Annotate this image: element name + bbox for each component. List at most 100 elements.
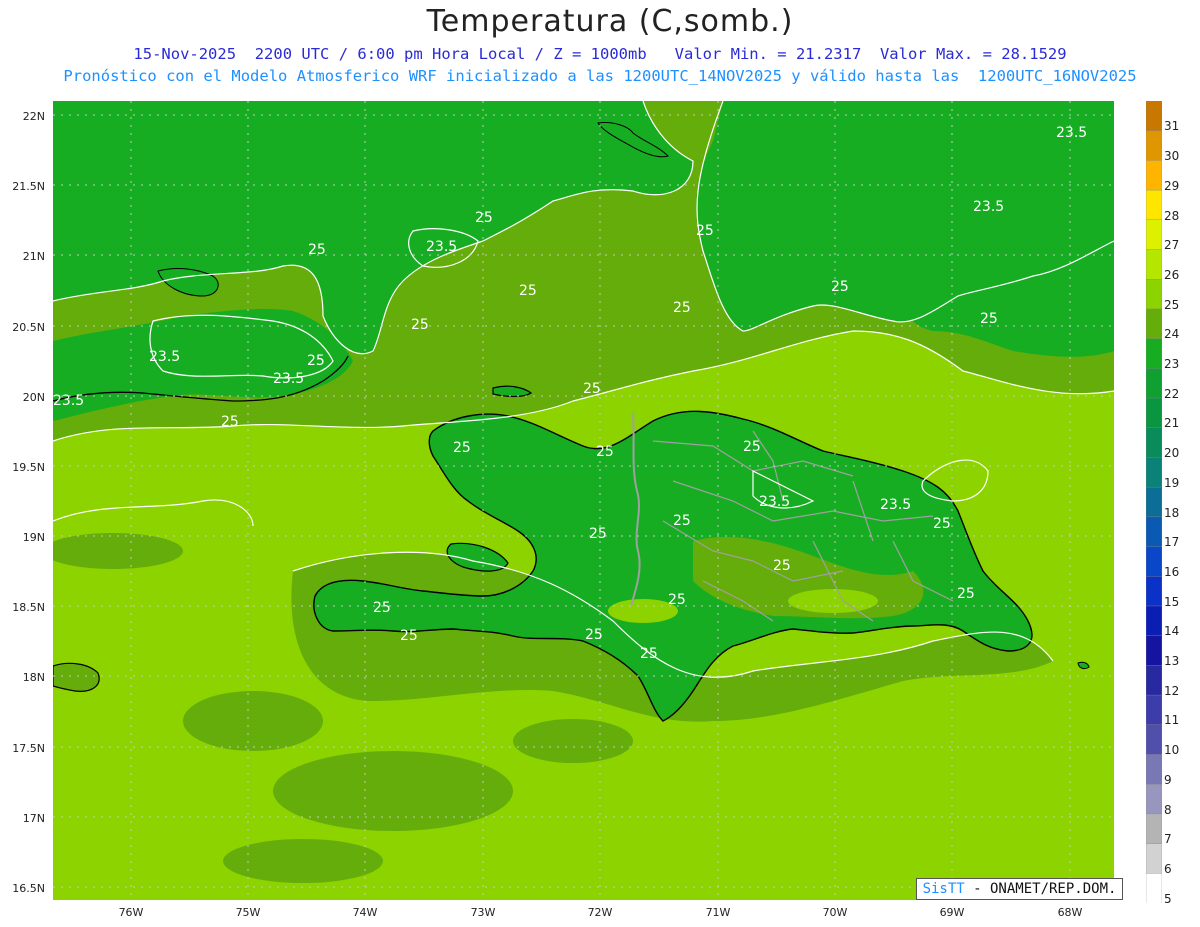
colorbar-label: 26 [1164, 267, 1180, 282]
colorbar-swatch [1146, 308, 1162, 340]
sea-patch [273, 751, 513, 831]
lat-label: 18.5N [12, 601, 45, 614]
contour-label: 25 [831, 279, 849, 295]
colorbar-label: 16 [1164, 564, 1180, 579]
contour-label: 25 [596, 444, 614, 460]
colorbar-label: 24 [1164, 327, 1180, 342]
contour-label: 25 [673, 300, 691, 316]
colorbar-label: 27 [1164, 238, 1180, 253]
lon-label: 76W [118, 906, 144, 919]
contour-label: 25 [957, 586, 975, 602]
colorbar-label: 29 [1164, 178, 1180, 193]
colorbar-swatch [1146, 576, 1162, 607]
colorbar-swatch [1146, 101, 1162, 132]
lat-label: 17.5N [12, 742, 45, 755]
colorbar-swatch [1146, 368, 1162, 399]
colorbar-swatch [1146, 516, 1162, 548]
colorbar-swatch [1146, 546, 1162, 577]
colorbar-swatch [1146, 486, 1162, 518]
colorbar-swatch [1146, 783, 1162, 815]
colorbar-swatch [1146, 754, 1162, 785]
colorbar-swatch [1146, 873, 1162, 903]
colorbar-label: 20 [1164, 446, 1180, 461]
lat-label: 21.5N [12, 180, 45, 193]
colorbar-label: 8 [1164, 802, 1172, 817]
lat-label: 19N [22, 531, 45, 544]
colorbar-swatch [1146, 694, 1162, 726]
colorbar-label: 21 [1164, 416, 1180, 431]
colorbar-label: 12 [1164, 683, 1180, 698]
contour-label: 25 [453, 440, 471, 456]
lon-label: 69W [939, 906, 965, 919]
contour-label: 25 [589, 526, 607, 542]
sea-patch [513, 719, 633, 763]
colorbar-swatch [1146, 338, 1162, 370]
colorbar-label: 5 [1164, 891, 1172, 906]
colorbar-label: 9 [1164, 772, 1172, 787]
colorbar-label: 13 [1164, 654, 1180, 669]
sea-patch [223, 839, 383, 883]
contour-label: 23.5 [149, 349, 180, 365]
temperature-map: 23.5 23.5 23.5 23.5 23.5 23.5 23.5 23.5 … [43, 100, 1115, 900]
contour-label: 25 [696, 223, 714, 239]
contour-label: 23.5 [426, 239, 457, 255]
contour-label: 23.5 [973, 199, 1004, 215]
lat-label: 21N [22, 250, 45, 263]
run-info-line: 15-Nov-2025 2200 UTC / 6:00 pm Hora Loca… [133, 45, 1067, 63]
lat-label: 20N [22, 391, 45, 404]
contour-label: 23.5 [273, 371, 304, 387]
contour-label: 25 [411, 317, 429, 333]
colorbar-label: 30 [1164, 149, 1180, 164]
colorbar-swatch [1146, 219, 1162, 251]
colorbar-swatch [1146, 843, 1162, 874]
colorbar-label: 14 [1164, 624, 1180, 639]
colorbar-label: 17 [1164, 535, 1180, 550]
lat-label: 17N [22, 812, 45, 825]
lat-label: 16.5N [12, 882, 45, 895]
contour-label: 25 [583, 381, 601, 397]
colorbar-swatch [1146, 605, 1162, 637]
colorbar-swatch [1146, 189, 1162, 221]
colorbar-swatch [1146, 724, 1162, 756]
credit-text: - ONAMET/REP.DOM. [964, 881, 1117, 897]
contour-label: 25 [673, 513, 691, 529]
map-canvas: 23.5 23.5 23.5 23.5 23.5 23.5 23.5 23.5 … [43, 100, 1115, 900]
colorbar-label: 28 [1164, 208, 1180, 223]
contour-label: 25 [773, 558, 791, 574]
colorbar-label: 11 [1164, 713, 1180, 728]
colorbar-label: 23 [1164, 357, 1180, 372]
colorbar-label: 6 [1164, 861, 1172, 876]
contour-label: 23.5 [53, 393, 84, 409]
map-title: Temperatura (C,somb.) [426, 4, 794, 39]
colorbar-label: 15 [1164, 594, 1180, 609]
colorbar-swatch [1146, 813, 1162, 845]
colorbar-label: 10 [1164, 743, 1180, 758]
contour-label: 25 [475, 210, 493, 226]
colorbar-label: 22 [1164, 386, 1180, 401]
lat-label: 20.5N [12, 321, 45, 334]
contour-label: 25 [585, 627, 603, 643]
colorbar-label: 19 [1164, 475, 1180, 490]
contour-label: 25 [933, 516, 951, 532]
colorbar-swatch [1146, 397, 1162, 429]
lon-label: 72W [587, 906, 613, 919]
contour-label: 25 [308, 242, 326, 258]
lat-label: 22N [22, 110, 45, 123]
credit-box: SisTT - ONAMET/REP.DOM. [916, 878, 1123, 900]
colorbar-swatch [1146, 130, 1162, 162]
contour-label: 25 [980, 311, 998, 327]
colorbar-label: 7 [1164, 832, 1172, 847]
colorbar-swatch [1146, 279, 1162, 310]
colorbar-swatch [1146, 427, 1162, 459]
colorbar-label: 31 [1164, 119, 1180, 134]
colorbar-swatch [1146, 249, 1162, 280]
lat-label: 18N [22, 671, 45, 684]
lon-label: 75W [235, 906, 261, 919]
lon-label: 71W [705, 906, 731, 919]
sistt-logo: SisTT [922, 881, 965, 897]
lon-label: 73W [470, 906, 496, 919]
lat-label: 19.5N [12, 461, 45, 474]
contour-label: 23.5 [880, 497, 911, 513]
contour-label: 25 [373, 600, 391, 616]
contour-label: 23.5 [759, 494, 790, 510]
